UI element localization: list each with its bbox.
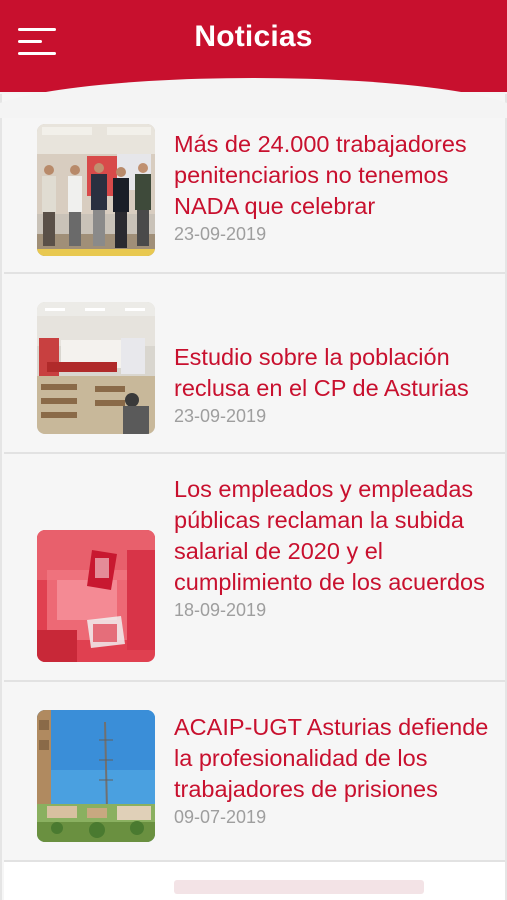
news-item[interactable]: Más de 24.000 trabajadores penitenciario… (4, 94, 505, 274)
tower-sky-photo (37, 710, 155, 842)
app-screen: Noticias Más de 24.000 trabajadores peni… (0, 0, 507, 900)
news-thumbnail[interactable] (37, 124, 155, 256)
news-headline-partial (174, 880, 424, 894)
news-thumbnail[interactable] (37, 530, 155, 662)
group-photo (37, 124, 155, 256)
news-text[interactable]: ACAIP-UGT Asturias defiende la profesion… (174, 712, 494, 828)
news-text[interactable]: Más de 24.000 trabajadores penitenciario… (174, 129, 494, 245)
news-item-partial[interactable] (4, 862, 505, 900)
news-headline[interactable]: Los empleados y empleadas públicas recla… (174, 474, 494, 598)
news-date: 23-09-2019 (174, 224, 267, 244)
news-date: 18-09-2019 (174, 600, 267, 620)
news-thumbnail[interactable] (37, 710, 155, 842)
news-headline[interactable]: ACAIP-UGT Asturias defiende la profesion… (174, 712, 494, 805)
meeting-room-photo (37, 302, 155, 434)
news-headline[interactable]: Más de 24.000 trabajadores penitenciario… (174, 129, 494, 222)
page-title: Noticias (194, 20, 313, 53)
news-headline[interactable]: Estudio sobre la población reclusa en el… (174, 342, 494, 404)
news-text[interactable]: Los empleados y empleadas públicas recla… (174, 474, 494, 621)
ballot-box-photo (37, 530, 155, 662)
news-item[interactable]: ACAIP-UGT Asturias defiende la profesion… (4, 682, 505, 862)
news-date: 23-09-2019 (174, 406, 267, 426)
news-text[interactable]: Estudio sobre la población reclusa en el… (174, 342, 494, 427)
news-date: 09-07-2019 (174, 807, 267, 827)
news-item[interactable]: Estudio sobre la población reclusa en el… (4, 274, 505, 454)
news-item[interactable]: Los empleados y empleadas públicas recla… (4, 454, 505, 682)
news-list[interactable]: Más de 24.000 trabajadores penitenciario… (0, 94, 507, 900)
news-thumbnail[interactable] (37, 302, 155, 434)
